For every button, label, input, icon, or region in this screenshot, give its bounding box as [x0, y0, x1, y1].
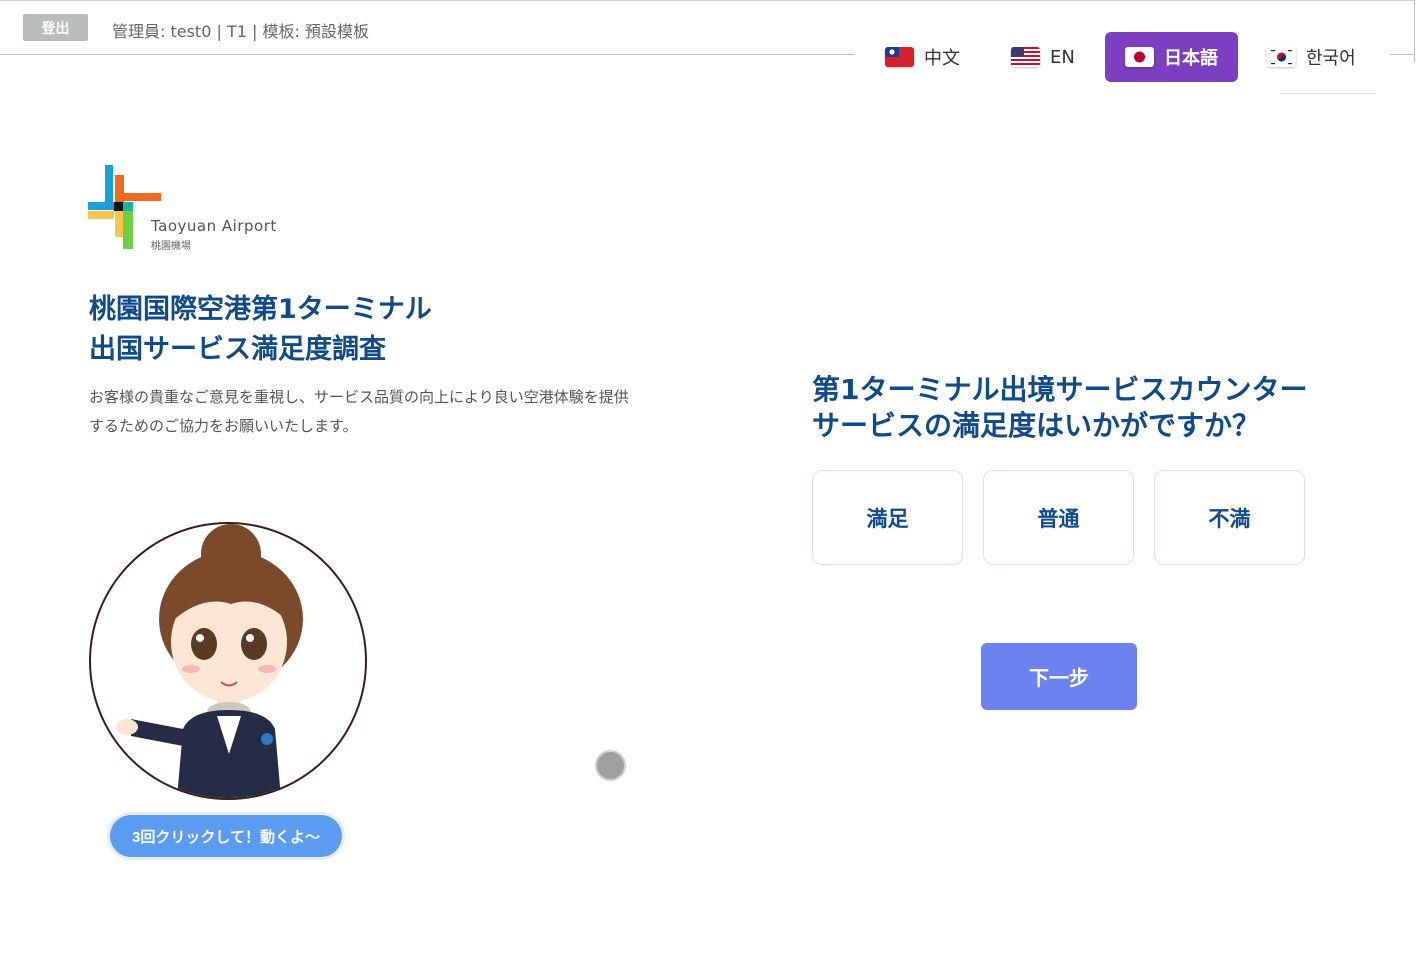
language-switcher: 中文 EN 日本語 한국어 [855, 30, 1390, 95]
korea-flag-icon [1267, 47, 1296, 67]
mascot-illustration [116, 524, 303, 798]
lang-option-ko[interactable]: 한국어 [1267, 33, 1356, 81]
cursor-indicator [595, 750, 626, 781]
japan-flag-icon [1125, 47, 1154, 67]
survey-title: 桃園国際空港第1ターミナル 出国サービス満足度調査 [89, 290, 432, 370]
mascot-avatar[interactable] [89, 522, 367, 800]
question-text: 第1ターミナル出境サービスカウンターサービスの満足度はいかがですか？ [812, 373, 1308, 442]
lang-option-zh[interactable]: 中文 [885, 33, 960, 81]
survey-description: お客様の貴重なご意見を重視し、サービス品質の向上により良い空港体験を提供するため… [89, 388, 629, 435]
option-neutral[interactable]: 普通 [983, 470, 1134, 565]
divider [1280, 93, 1376, 94]
us-flag-icon [1011, 47, 1040, 67]
lang-label: 中文 [924, 48, 960, 69]
admin-info: 管理員: test0 | T1 | 模板: 預設模板 [112, 22, 369, 41]
mascot-tip-button[interactable]: 3回クリックして！動くよ～ [110, 815, 342, 857]
survey-title-line2: 出国サービス満足度調査 [89, 334, 386, 365]
frame-edge [1414, 0, 1415, 62]
lang-option-en[interactable]: EN [1011, 33, 1075, 81]
next-button[interactable]: 下一步 [981, 643, 1137, 710]
taiwan-flag-icon [885, 47, 914, 67]
lang-label: EN [1050, 46, 1075, 68]
answer-options: 満足 普通 不満 [812, 470, 1307, 567]
lang-label: 日本語 [1164, 48, 1218, 69]
taoyuan-airport-logo: Taoyuan Airport 桃園機場 [88, 165, 288, 255]
lang-label: 한국어 [1306, 48, 1356, 69]
logout-button[interactable]: 登出 [23, 14, 88, 41]
survey-title-line1: 桃園国際空港第1ターミナル [89, 294, 432, 325]
option-satisfied[interactable]: 満足 [812, 470, 963, 565]
logo-name: Taoyuan Airport [151, 217, 277, 235]
lang-option-ja[interactable]: 日本語 [1105, 32, 1238, 82]
option-dissatisfied[interactable]: 不満 [1154, 470, 1305, 565]
logo-subname: 桃園機場 [151, 241, 191, 252]
